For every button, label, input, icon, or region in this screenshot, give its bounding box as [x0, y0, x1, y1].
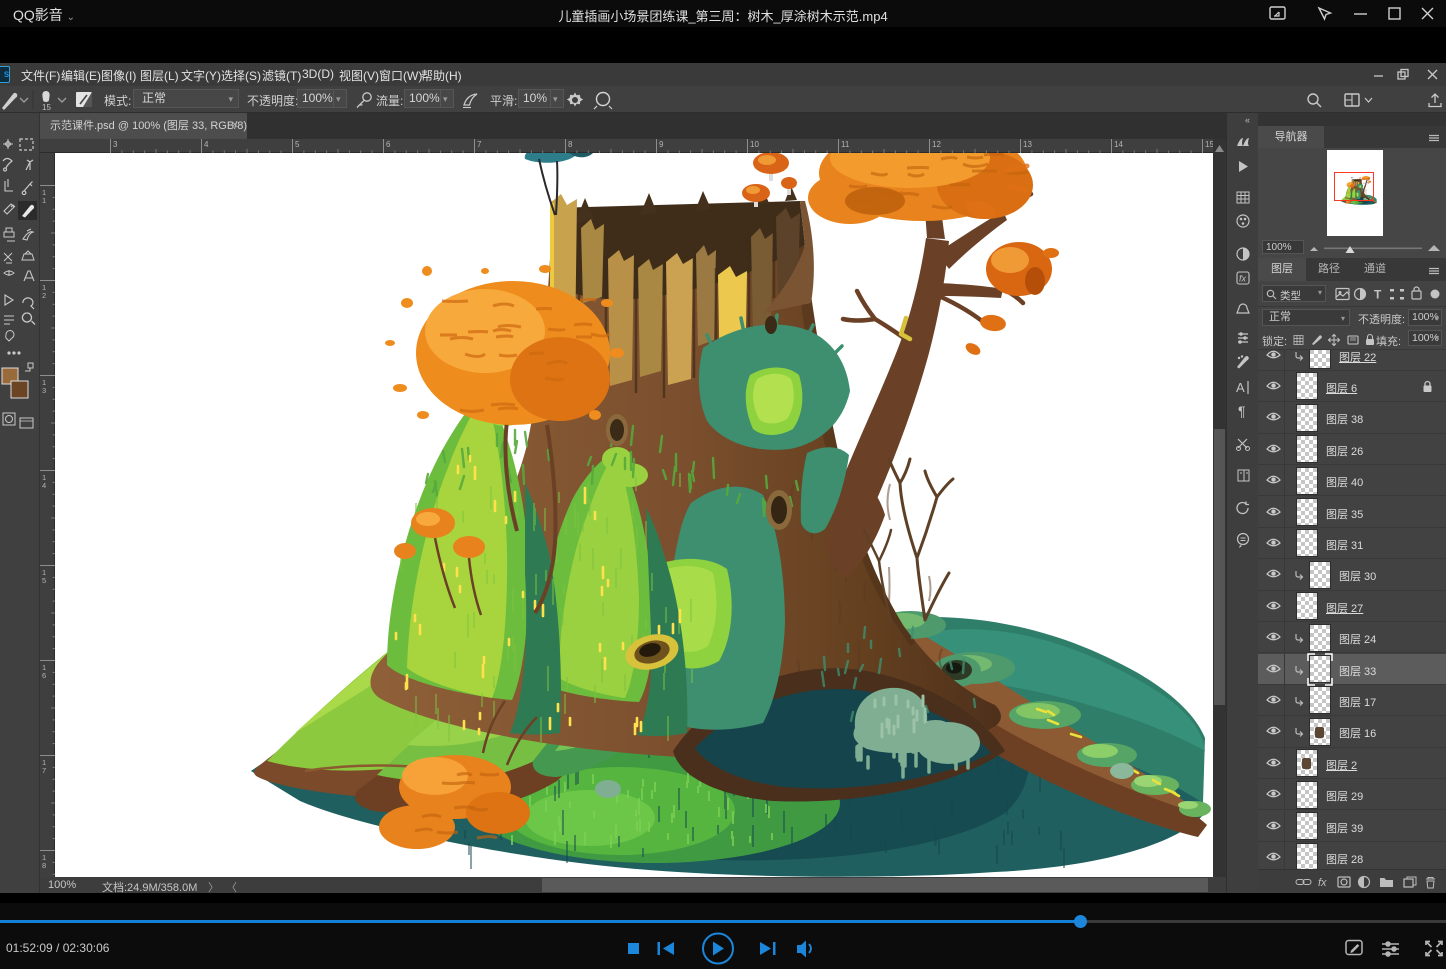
svg-text:«: «	[1245, 115, 1250, 125]
svg-text:8: 8	[42, 861, 46, 870]
svg-text:13: 13	[1023, 140, 1032, 149]
svg-text:4: 4	[204, 140, 209, 149]
svg-text:6: 6	[386, 140, 391, 149]
svg-text:fx: fx	[1318, 877, 1327, 889]
svg-text:11: 11	[841, 140, 850, 149]
svg-text:7: 7	[477, 140, 482, 149]
svg-text:5: 5	[295, 140, 300, 149]
svg-text:3: 3	[113, 140, 118, 149]
svg-text:8: 8	[568, 140, 573, 149]
svg-text:15: 15	[42, 103, 51, 112]
svg-text:3: 3	[42, 386, 46, 395]
svg-text:10: 10	[750, 140, 759, 149]
svg-text:12: 12	[932, 140, 941, 149]
svg-text:9: 9	[659, 140, 664, 149]
svg-text:7: 7	[42, 766, 46, 775]
svg-text:14: 14	[1114, 140, 1123, 149]
svg-text:A: A	[1236, 380, 1245, 395]
svg-text:fx: fx	[1239, 274, 1247, 284]
svg-text:1: 1	[42, 196, 46, 205]
svg-text:T: T	[1374, 288, 1382, 302]
svg-text:5: 5	[42, 576, 46, 585]
svg-text:4: 4	[42, 481, 46, 490]
svg-text:6: 6	[42, 671, 46, 680]
svg-text:2: 2	[42, 291, 46, 300]
svg-text:15: 15	[1205, 140, 1213, 149]
svg-text:¶: ¶	[1238, 403, 1246, 419]
